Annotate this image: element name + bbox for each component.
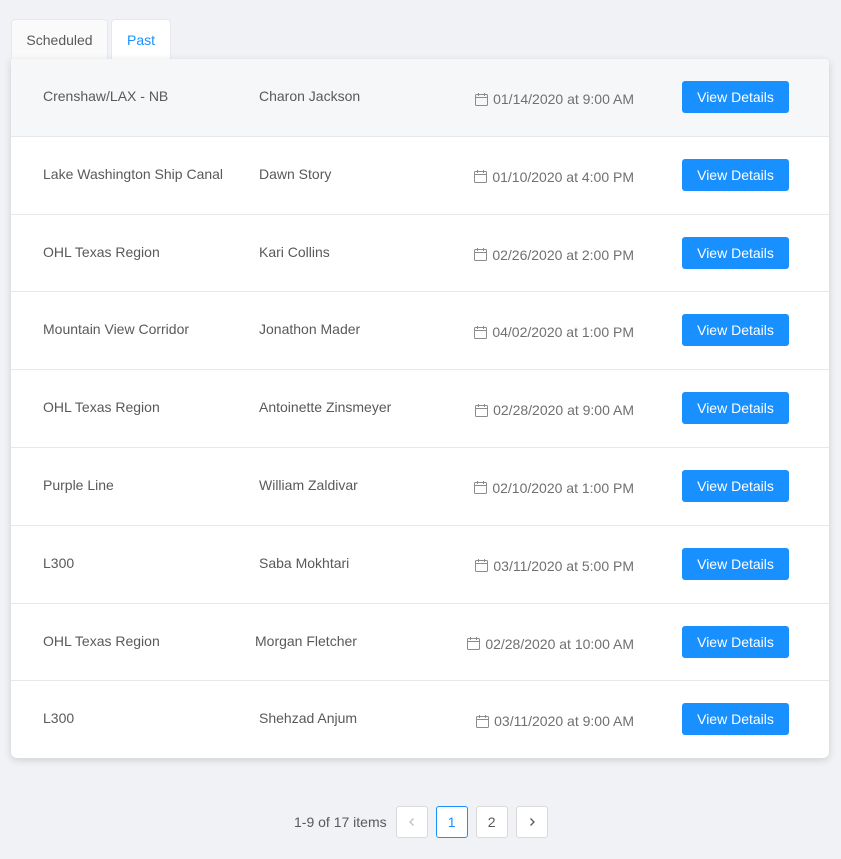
view-details-button[interactable]: View Details bbox=[682, 314, 789, 347]
pagination: 1-9 of 17 items 1 2 bbox=[294, 806, 548, 838]
date-time: 03/11/2020 at 9:00 AM bbox=[476, 713, 634, 729]
date-time-text: 01/10/2020 at 4:00 PM bbox=[492, 168, 634, 185]
chevron-right-icon bbox=[529, 818, 535, 826]
view-details-button[interactable]: View Details bbox=[682, 158, 789, 191]
date-time: 02/28/2020 at 10:00 AM bbox=[467, 636, 634, 652]
calendar-icon bbox=[475, 403, 489, 417]
pagination-total: 1-9 of 17 items bbox=[294, 814, 387, 830]
calendar-icon bbox=[475, 92, 489, 106]
date-time: 04/02/2020 at 1:00 PM bbox=[474, 324, 634, 340]
list-item: OHL Texas Region Antoinette Zinsmeyer 02… bbox=[11, 370, 829, 448]
date-time-text: 03/11/2020 at 9:00 AM bbox=[494, 713, 634, 730]
calendar-icon bbox=[474, 248, 488, 262]
date-time: 02/10/2020 at 1:00 PM bbox=[474, 480, 634, 496]
view-details-button[interactable]: View Details bbox=[682, 547, 789, 580]
location-label: Purple Line bbox=[43, 476, 114, 493]
view-details-button[interactable]: View Details bbox=[682, 469, 789, 502]
person-name: Shehzad Anjum bbox=[259, 710, 358, 727]
calendar-icon bbox=[474, 325, 488, 339]
person-name: Dawn Story bbox=[259, 165, 332, 182]
list-item: Lake Washington Ship Canal Dawn Story 01… bbox=[11, 137, 829, 215]
tab-past[interactable]: Past bbox=[111, 19, 171, 60]
date-time-text: 04/02/2020 at 1:00 PM bbox=[492, 324, 634, 341]
list-item: Mountain View Corridor Jonathon Mader 04… bbox=[11, 292, 829, 371]
date-time-text: 03/11/2020 at 5:00 PM bbox=[493, 557, 634, 574]
view-details-button[interactable]: View Details bbox=[682, 703, 789, 736]
view-details-button[interactable]: View Details bbox=[682, 392, 789, 425]
date-time-text: 02/10/2020 at 1:00 PM bbox=[492, 479, 634, 496]
date-time: 03/11/2020 at 5:00 PM bbox=[475, 558, 634, 574]
list-item: Purple Line William Zaldivar 02/10/2020 … bbox=[11, 448, 829, 526]
list-item: L300 Shehzad Anjum 03/11/2020 at 9:00 AM… bbox=[11, 681, 829, 758]
person-name: William Zaldivar bbox=[259, 476, 358, 493]
location-label: Mountain View Corridor bbox=[43, 321, 190, 338]
list-item: Crenshaw/LAX - NB Charon Jackson 01/14/2… bbox=[11, 59, 829, 137]
list-item: L300 Saba Mokhtari 03/11/2020 at 5:00 PM… bbox=[11, 526, 829, 604]
person-name: Antoinette Zinsmeyer bbox=[259, 399, 392, 416]
view-details-button[interactable]: View Details bbox=[682, 81, 789, 113]
list-item: OHL Texas Region Kari Collins 02/26/2020… bbox=[11, 215, 829, 293]
date-time: 01/10/2020 at 4:00 PM bbox=[474, 169, 634, 185]
person-name: Saba Mokhtari bbox=[259, 554, 350, 571]
location-label: Lake Washington Ship Canal bbox=[43, 165, 224, 182]
date-time-text: 01/14/2020 at 9:00 AM bbox=[493, 91, 634, 107]
person-name: Kari Collins bbox=[259, 243, 330, 260]
location-label: Crenshaw/LAX - NB bbox=[43, 88, 169, 104]
location-label: L300 bbox=[43, 710, 75, 727]
tab-scheduled[interactable]: Scheduled bbox=[11, 19, 108, 60]
person-name: Morgan Fletcher bbox=[255, 632, 357, 649]
calendar-icon bbox=[467, 637, 481, 651]
location-label: L300 bbox=[43, 554, 75, 571]
calendar-icon bbox=[474, 481, 488, 495]
date-time-text: 02/28/2020 at 9:00 AM bbox=[493, 402, 634, 419]
page-button-2[interactable]: 2 bbox=[475, 806, 508, 838]
view-details-button[interactable]: View Details bbox=[682, 236, 789, 269]
location-label: OHL Texas Region bbox=[43, 399, 160, 416]
date-time: 02/26/2020 at 2:00 PM bbox=[474, 247, 634, 263]
date-time: 01/14/2020 at 9:00 AM bbox=[475, 91, 634, 107]
calendar-icon bbox=[476, 714, 490, 728]
list-item: OHL Texas Region Morgan Fletcher 02/28/2… bbox=[11, 604, 829, 682]
date-time: 02/28/2020 at 9:00 AM bbox=[475, 402, 634, 418]
chevron-left-icon bbox=[408, 818, 414, 826]
location-label: OHL Texas Region bbox=[43, 243, 160, 260]
next-page-button[interactable] bbox=[515, 806, 548, 838]
date-time-text: 02/26/2020 at 2:00 PM bbox=[492, 246, 634, 263]
calendar-icon bbox=[475, 559, 489, 573]
location-label: OHL Texas Region bbox=[43, 632, 160, 649]
person-name: Jonathon Mader bbox=[259, 321, 361, 338]
date-time-text: 02/28/2020 at 10:00 AM bbox=[485, 635, 634, 652]
view-details-button[interactable]: View Details bbox=[682, 625, 789, 658]
page-button-1[interactable]: 1 bbox=[435, 806, 468, 838]
person-name: Charon Jackson bbox=[259, 88, 361, 104]
calendar-icon bbox=[474, 170, 488, 184]
tab-bar: Scheduled Past bbox=[11, 19, 171, 60]
past-list-card: Crenshaw/LAX - NB Charon Jackson 01/14/2… bbox=[11, 59, 829, 758]
prev-page-button[interactable] bbox=[395, 806, 428, 838]
